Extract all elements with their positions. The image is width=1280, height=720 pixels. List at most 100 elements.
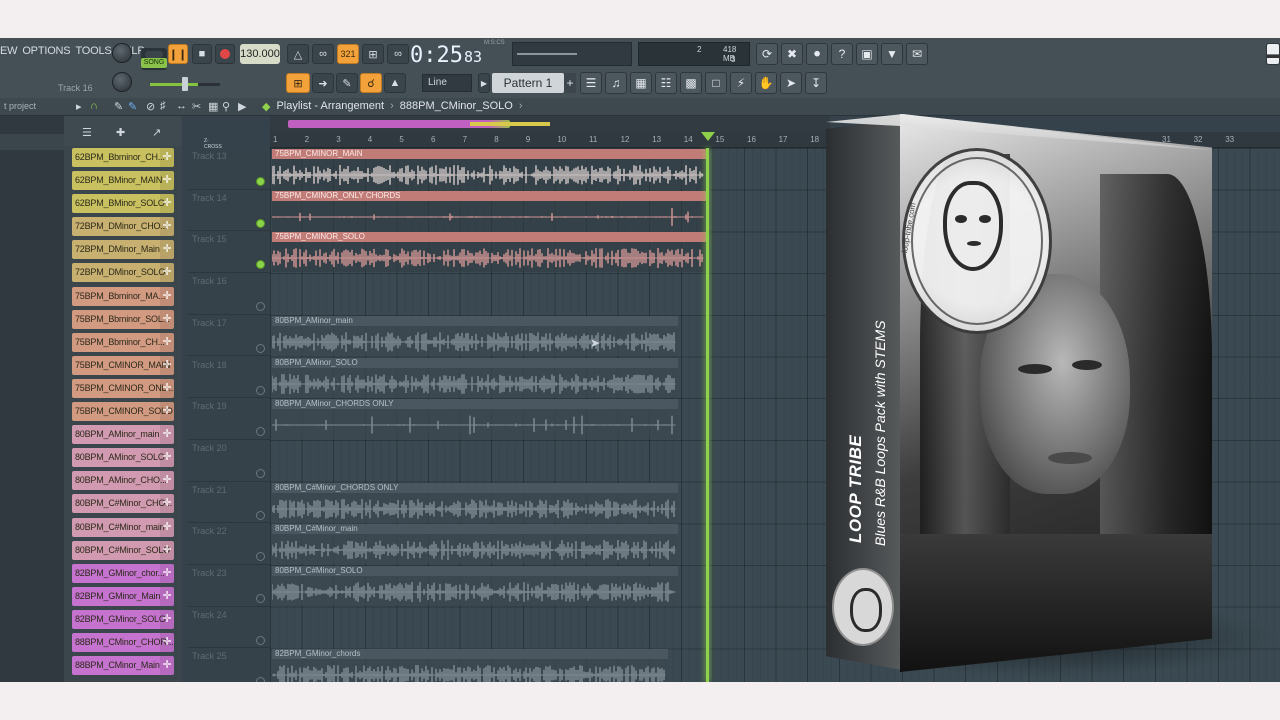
track-header[interactable]: Track 23 — [188, 565, 270, 607]
master-volume-knob[interactable] — [112, 72, 132, 92]
picker-icon-2[interactable]: ✚ — [116, 126, 125, 139]
track-mute-led[interactable] — [256, 677, 265, 682]
move-icon[interactable]: ✛ — [160, 148, 174, 167]
move-icon[interactable]: ✛ — [160, 171, 174, 191]
playlist-clip[interactable]: 82BPM_GMinor_chords — [272, 649, 668, 682]
menu-tools[interactable]: TOOLS — [75, 45, 111, 61]
move-icon[interactable]: ✛ — [160, 448, 174, 468]
mute-tool-icon[interactable]: ♯ — [160, 100, 166, 112]
breadcrumb-playlist[interactable]: Playlist - Arrangement — [276, 100, 384, 113]
playback-tool-icon[interactable]: ▶ — [238, 100, 246, 113]
track-header[interactable]: Track 16 — [188, 273, 270, 315]
zoom-tool-icon[interactable]: ⚲ — [222, 100, 230, 113]
track-mute-led[interactable] — [256, 468, 265, 478]
move-icon[interactable]: ✛ — [160, 194, 174, 214]
microphone-button[interactable]: ⚫ — [806, 43, 828, 65]
track-mute-led[interactable] — [256, 177, 265, 186]
track-mute-led[interactable] — [256, 385, 265, 395]
playlist-clip[interactable]: 80BPM_C#Minor_main — [272, 524, 678, 565]
save-button[interactable]: ▣ — [856, 43, 878, 65]
playlist-clip[interactable]: 80BPM_AMinor_SOLO — [272, 357, 678, 398]
menu-view[interactable]: EW — [0, 45, 18, 61]
move-icon[interactable]: ✛ — [160, 632, 174, 652]
move-icon[interactable]: ✛ — [160, 286, 174, 306]
clip-list-item[interactable]: 62BPM_BMinor_MAIN ✛ — [72, 171, 174, 191]
clip-list-item[interactable]: 80BPM_AMinor_SOLO ✛ — [72, 448, 174, 468]
move-icon[interactable]: ✛ — [160, 332, 174, 352]
stop-button[interactable]: ■ — [192, 44, 212, 64]
script-button[interactable]: ➤ — [780, 72, 802, 94]
refresh-button[interactable]: ⟳ — [756, 43, 778, 65]
clip-list-item[interactable]: 62BPM_Bbminor_CH... ✛ — [72, 148, 174, 167]
move-icon[interactable]: ✛ — [160, 425, 174, 445]
snap-toggle-button[interactable]: ⊞ — [286, 73, 310, 93]
clip-list-item[interactable]: 80BPM_C#Minor_CHO... ✛ — [72, 494, 174, 514]
move-icon[interactable]: ✛ — [160, 263, 174, 283]
paint-icon[interactable]: ✎ — [128, 100, 137, 113]
playlist-clip[interactable]: 80BPM_AMinor_CHORDS ONLY — [272, 399, 678, 440]
record-button[interactable] — [215, 44, 235, 64]
clip-list-item[interactable]: 75BPM_Bbminor_MA... ✛ — [72, 286, 174, 306]
step-edit-button[interactable]: ⊞ — [362, 44, 384, 64]
download-button[interactable]: ↧ — [805, 72, 827, 94]
picker-icon-3[interactable]: ↗ — [152, 126, 161, 139]
track-header[interactable]: Track 24 — [188, 607, 270, 649]
move-icon[interactable]: ✛ — [160, 309, 174, 329]
picker-icon-1[interactable]: ☰ — [82, 126, 92, 139]
channel-rack-button[interactable]: ▦ — [630, 72, 652, 94]
tools-button[interactable]: ✖ — [781, 43, 803, 65]
blend-notes-button[interactable]: ∞ — [387, 44, 409, 64]
clip-list-item[interactable]: 62BPM_BMinor_SOLO ✛ — [72, 194, 174, 214]
play-button[interactable]: ❙❙ — [168, 44, 188, 64]
track-header[interactable]: Track 13 — [188, 148, 270, 190]
clip-list-item[interactable]: 80BPM_AMinor_CHO... ✛ — [72, 471, 174, 491]
clip-list-item[interactable]: 80BPM_AMinor_main ✛ — [72, 425, 174, 445]
move-icon[interactable]: ✛ — [160, 355, 174, 375]
track-mute-led[interactable] — [256, 510, 265, 520]
track-header[interactable]: Track 20 — [188, 440, 270, 482]
track-mute-led[interactable] — [256, 635, 265, 645]
pattern-selector[interactable]: Pattern 1 — [492, 73, 564, 93]
clip-list-item[interactable]: 72BPM_DMinor_CHO... ✛ — [72, 217, 174, 237]
metronome-button[interactable]: △ — [287, 44, 309, 64]
wait-input-button[interactable]: ∞ — [312, 44, 334, 64]
select-tool-icon[interactable]: ▦ — [208, 100, 218, 113]
browser-selected-item[interactable] — [0, 134, 64, 150]
move-icon[interactable]: ✛ — [160, 378, 174, 398]
track-header[interactable]: Track 15 — [188, 231, 270, 274]
clip-list-item[interactable]: 75BPM_CMINOR_ONL... ✛ — [72, 378, 174, 398]
clip-list-item[interactable]: 72BPM_DMinor_SOLO ✛ — [72, 263, 174, 283]
clip-list-item[interactable]: 88BPM_CMinor_Main ✛ — [72, 656, 174, 676]
clip-list-item[interactable]: 88BPM_CMinor_CHOR... ✛ — [72, 632, 174, 652]
move-icon[interactable]: ✛ — [160, 240, 174, 260]
playhead-marker[interactable] — [701, 132, 715, 141]
track-mute-led[interactable] — [256, 302, 265, 312]
move-icon[interactable]: ✛ — [160, 563, 174, 583]
touch-controller-button[interactable]: ✋ — [755, 72, 777, 94]
pencil-tool-button[interactable]: ✎ — [336, 73, 358, 93]
countdown-button[interactable]: 321 — [337, 44, 359, 64]
track-header[interactable]: Track 21 — [188, 482, 270, 524]
clip-list-item[interactable]: 80BPM_C#Minor_SOLO ✛ — [72, 540, 174, 560]
move-icon[interactable]: ✛ — [160, 402, 174, 422]
snap-mode-select[interactable]: Line — [422, 74, 472, 92]
plugin-database-button[interactable]: □ — [705, 72, 727, 94]
menu-options[interactable]: OPTIONS — [22, 45, 70, 61]
clip-list-item[interactable]: 82BPM_GMinor_Main ✛ — [72, 586, 174, 606]
move-icon[interactable]: ✛ — [160, 471, 174, 491]
clip-list-item[interactable]: 72BPM_DMinor_Main ✛ — [72, 240, 174, 260]
track-header[interactable]: Track 18 — [188, 357, 270, 399]
master-pitch-knob[interactable] — [112, 43, 132, 63]
clip-list-item[interactable]: 75BPM_Bbminor_CH... ✛ — [72, 332, 174, 352]
pattern-prev-button[interactable]: ▶ — [478, 73, 490, 93]
track-mute-led[interactable] — [256, 218, 265, 228]
track-mute-led[interactable] — [256, 552, 265, 562]
playlist-clip[interactable]: 80BPM_C#Minor_CHORDS ONLY — [272, 482, 678, 523]
track-mute-led[interactable] — [256, 427, 265, 437]
clip-list-item[interactable]: 80BPM_C#Minor_main ✛ — [72, 517, 174, 537]
window-control-button[interactable]: ▬ — [1266, 43, 1280, 65]
tempo-display[interactable]: 130.000 — [240, 44, 280, 64]
track-header[interactable]: Track 14 — [188, 190, 270, 232]
playlist-clip[interactable]: 80BPM_C#Minor_SOLO — [272, 566, 678, 606]
song-position-display[interactable]: 0:25 83 M:S:CS — [410, 40, 506, 68]
